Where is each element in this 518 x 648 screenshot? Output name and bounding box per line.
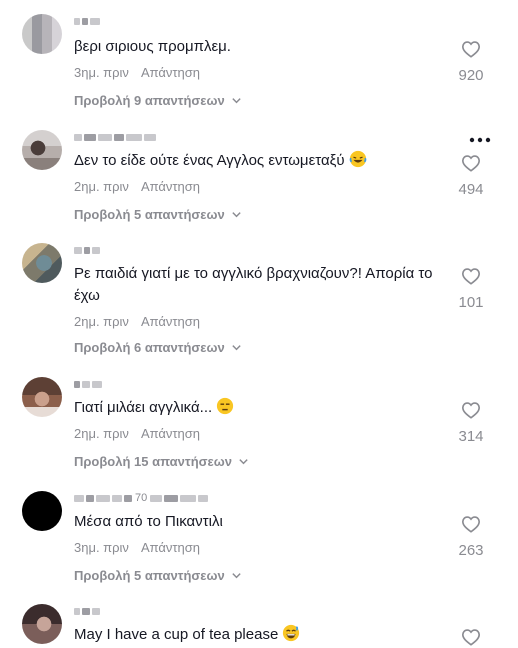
comment-text: Ρε παιδιά γιατί με το αγγλικό βραχνιαζου… (74, 265, 433, 304)
chevron-down-icon (239, 459, 248, 465)
comment-time: 2ημ. πριν (74, 426, 129, 441)
comment-time: 3ημ. πριν (74, 65, 129, 80)
like-count: 263 (458, 542, 484, 559)
like-count: 314 (458, 428, 484, 445)
comment-time: 2ημ. πριν (74, 179, 129, 194)
heart-outline-icon (461, 629, 481, 646)
reply-button[interactable]: Απάντηση (141, 65, 200, 80)
username-pixelated[interactable] (74, 14, 100, 28)
like-button[interactable]: 494 (446, 154, 496, 198)
like-button[interactable]: 263 (446, 515, 496, 559)
heart-outline-icon (461, 41, 481, 58)
view-replies-button[interactable]: Προβολή 9 απαντήσεων (74, 93, 242, 108)
username-pixelated[interactable] (74, 377, 102, 391)
reply-button[interactable]: Απάντηση (141, 426, 200, 441)
avatar[interactable] (22, 604, 62, 644)
chevron-down-icon (232, 573, 241, 579)
comment-text: Δεν το είδε ούτε ένας Αγγλος εντωμεταξύ (74, 150, 459, 172)
unamused-emoji-icon (217, 397, 234, 415)
comment-meta: 2ημ. πριν Απάντηση (74, 314, 200, 329)
view-replies-label: Προβολή 9 απαντήσεων (74, 93, 225, 108)
more-dots-icon[interactable] (468, 134, 492, 146)
view-replies-button[interactable]: Προβολή 15 απαντήσεων (74, 454, 249, 469)
chevron-down-icon (232, 345, 241, 351)
view-replies-label: Προβολή 6 απαντήσεων (74, 340, 225, 355)
comment-text: βερι σιριους προμπλεμ. (74, 38, 231, 55)
avatar[interactable] (22, 491, 62, 531)
grinning-sweat-emoji-icon (283, 624, 300, 642)
view-replies-button[interactable]: Προβολή 5 απαντήσεων (74, 568, 242, 583)
heart-outline-icon (461, 268, 481, 285)
avatar[interactable] (22, 243, 62, 283)
heart-outline-icon (461, 516, 481, 533)
heart-outline-icon (461, 155, 481, 172)
view-replies-button[interactable]: Προβολή 6 απαντήσεων (74, 340, 242, 355)
chevron-down-icon (232, 98, 241, 104)
reply-button[interactable]: Απάντηση (141, 314, 200, 329)
comment-meta: 3ημ. πριν Απάντηση (74, 540, 200, 555)
view-replies-label: Προβολή 5 απαντήσεων (74, 568, 225, 583)
comment-text: Μέσα από το Πικαντιλι (74, 513, 223, 530)
avatar[interactable] (22, 377, 62, 417)
comment-meta: 2ημ. πριν Απάντηση (74, 179, 200, 194)
comment-meta: 2ημ. πριν Απάντηση (74, 426, 200, 441)
view-replies-label: Προβολή 15 απαντήσεων (74, 454, 232, 469)
username-visible-fragment: 70 (135, 492, 148, 504)
reply-button[interactable]: Απάντηση (141, 179, 200, 194)
like-button[interactable]: 920 (446, 40, 496, 84)
like-count: 920 (458, 67, 484, 84)
username-pixelated[interactable] (74, 130, 156, 144)
comment-time: 3ημ. πριν (74, 540, 129, 555)
comment-time: 2ημ. πριν (74, 314, 129, 329)
chevron-down-icon (232, 212, 241, 218)
view-replies-button[interactable]: Προβολή 5 απαντήσεων (74, 207, 242, 222)
username-pixelated[interactable] (74, 243, 100, 257)
heart-outline-icon (461, 402, 481, 419)
like-count: 494 (458, 181, 484, 198)
like-button[interactable]: 101 (446, 267, 496, 311)
laughing-crying-emoji-icon (349, 150, 367, 168)
like-count: 101 (458, 294, 484, 311)
avatar[interactable] (22, 14, 62, 54)
like-button[interactable] (446, 628, 496, 646)
comment-text: Γιατί μιλάει αγγλικά... (74, 397, 459, 419)
view-replies-label: Προβολή 5 απαντήσεων (74, 207, 225, 222)
username-pixelated[interactable]: 70 (74, 491, 209, 505)
avatar[interactable] (22, 130, 62, 170)
like-button[interactable]: 314 (446, 401, 496, 445)
username-pixelated[interactable] (74, 604, 100, 618)
comment-text: May I have a cup of tea please (74, 624, 459, 646)
reply-button[interactable]: Απάντηση (141, 540, 200, 555)
comment-meta: 3ημ. πριν Απάντηση (74, 65, 200, 80)
